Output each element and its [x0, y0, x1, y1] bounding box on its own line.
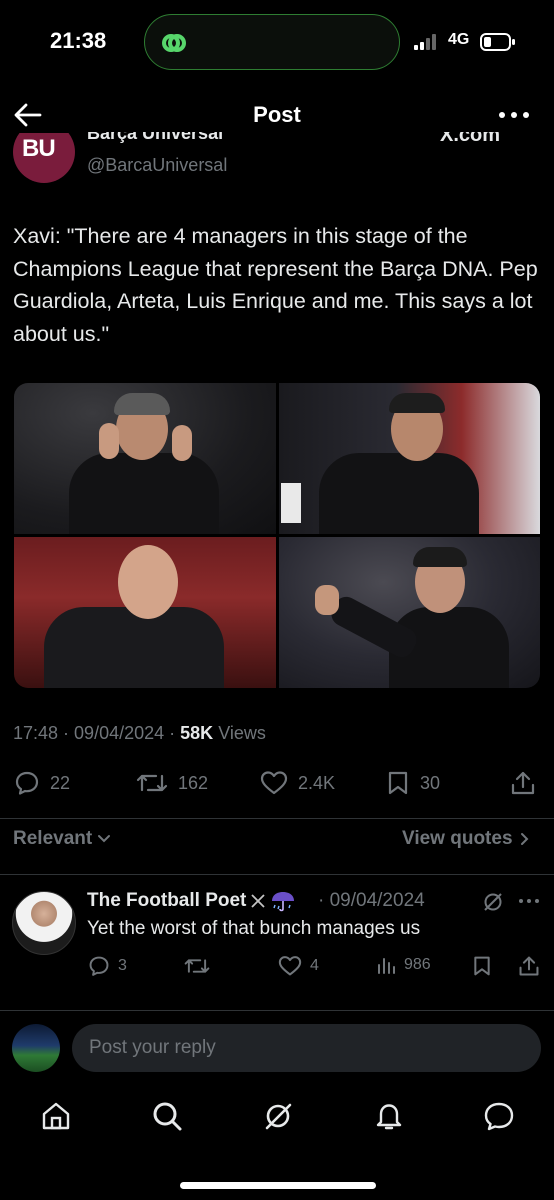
reply-views-button[interactable]: 986: [376, 955, 431, 975]
reply-icon: [15, 771, 39, 795]
home-icon[interactable]: [40, 1100, 72, 1132]
sort-label: Relevant: [13, 828, 93, 849]
home-indicator[interactable]: [180, 1182, 376, 1189]
share-icon: [511, 771, 535, 795]
avatar-initials: BU: [22, 135, 56, 162]
search-icon[interactable]: [151, 1100, 183, 1132]
author-avatar[interactable]: BU: [13, 133, 75, 183]
status-time: 21:38: [50, 28, 107, 53]
author-name[interactable]: Barça Universal: [87, 132, 223, 144]
photo-arteta[interactable]: [278, 537, 540, 688]
reply-more-icon[interactable]: [518, 893, 540, 909]
dynamic-island: [144, 14, 400, 70]
grok-nav-icon[interactable]: [262, 1100, 294, 1132]
chevron-down-icon: [98, 835, 111, 843]
link-icon: [162, 34, 186, 53]
view-quotes-link[interactable]: View quotes: [402, 828, 531, 850]
heart-icon: [278, 956, 302, 976]
views-icon: [378, 958, 395, 974]
reply-bookmark-button[interactable]: [472, 955, 492, 977]
photo-luis-enrique[interactable]: [14, 383, 276, 534]
reply-like-button[interactable]: 4: [278, 955, 319, 977]
reply-reply-button[interactable]: 3: [88, 955, 127, 977]
divider: [0, 818, 554, 819]
more-options-icon[interactable]: [498, 102, 530, 128]
tweet-text: Xavi: "There are 4 managers in this stag…: [13, 224, 538, 346]
author-name-text: Barça Universal: [87, 132, 224, 143]
reply-views-count: 986: [404, 956, 431, 973]
reply-share-button[interactable]: [518, 955, 540, 977]
repost-button[interactable]: 162: [136, 770, 208, 796]
reply-button[interactable]: 22: [14, 770, 70, 796]
reply-avatar[interactable]: [12, 891, 76, 955]
battery-icon: [480, 33, 515, 51]
repost-icon: [136, 774, 168, 792]
umbrella-icon: [272, 892, 295, 912]
divider: [0, 874, 554, 875]
network-type: 4G: [448, 31, 470, 48]
photo-xavi[interactable]: [278, 383, 540, 534]
bookmark-count: 30: [420, 772, 441, 793]
reply-like-count: 4: [310, 957, 319, 974]
view-quotes-label: View quotes: [402, 828, 513, 849]
reply-author-name[interactable]: The Football Poet: [87, 889, 296, 913]
signal-icon: [414, 34, 436, 50]
like-button[interactable]: 2.4K: [260, 770, 335, 796]
reply-icon: [89, 956, 109, 976]
notifications-icon[interactable]: [373, 1100, 405, 1132]
reply-date: · 09/04/2024: [318, 890, 425, 911]
tweet-meta: 17:48 · 09/04/2024 · 58K Views: [13, 723, 266, 743]
divider: [0, 1010, 554, 1011]
page-title: Post: [253, 102, 301, 127]
chevron-right-icon: [520, 833, 528, 845]
author-handle[interactable]: @BarcaUniversal: [87, 155, 227, 176]
my-avatar[interactable]: [12, 1024, 60, 1072]
sort-dropdown[interactable]: Relevant: [13, 828, 112, 850]
messages-icon[interactable]: [482, 1100, 516, 1132]
tweet-date: 09/04/2024: [74, 723, 165, 743]
bookmark-button[interactable]: 30: [386, 770, 440, 796]
reply-repost-button[interactable]: [184, 955, 210, 977]
source-link[interactable]: X.com: [440, 132, 500, 146]
share-icon: [519, 956, 539, 976]
like-count: 2.4K: [298, 772, 336, 793]
bookmark-icon: [474, 956, 490, 976]
media-grid[interactable]: [14, 383, 540, 688]
views-count: 58K: [180, 723, 214, 743]
views-label: Views: [218, 723, 266, 743]
photo-guardiola[interactable]: [14, 537, 276, 688]
reply-input[interactable]: Post your reply: [72, 1024, 541, 1072]
grok-icon[interactable]: [482, 891, 504, 913]
reply-count: 22: [50, 772, 71, 793]
heart-icon: [260, 771, 288, 795]
share-button[interactable]: [510, 770, 536, 796]
reply-author-name-text: The Football Poet: [87, 890, 247, 911]
tweet-time: 17:48: [13, 723, 59, 743]
x-logo-icon: [251, 894, 266, 908]
reply-reply-count: 3: [118, 957, 127, 974]
repost-icon: [184, 959, 210, 973]
bookmark-icon: [388, 771, 408, 795]
source-link-text: X.com: [440, 132, 501, 146]
reply-text: Yet the worst of that bunch manages us: [87, 918, 421, 939]
repost-count: 162: [178, 772, 209, 793]
